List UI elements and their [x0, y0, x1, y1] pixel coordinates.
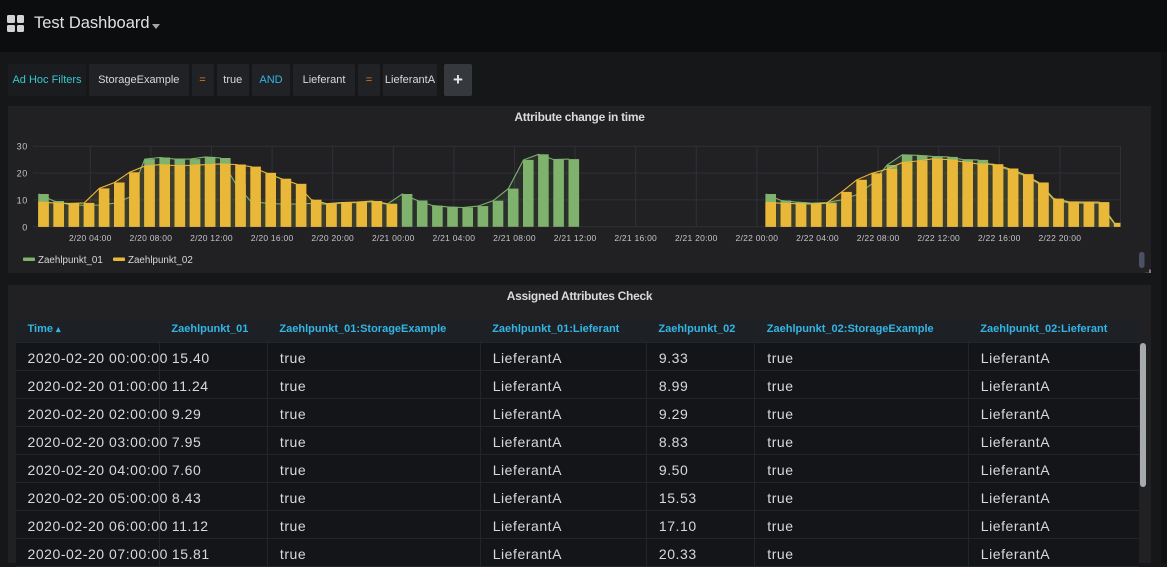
svg-text:2/21 12:00: 2/21 12:00: [554, 233, 597, 243]
svg-text:Zaehlpunkt_02: Zaehlpunkt_02: [128, 255, 193, 266]
svg-text:2/20 20:00: 2/20 20:00: [311, 233, 354, 243]
svg-text:10: 10: [17, 195, 28, 205]
svg-text:2/20 04:00: 2/20 04:00: [69, 233, 112, 243]
svg-text:0: 0: [22, 222, 28, 232]
svg-text:2/21 20:00: 2/21 20:00: [675, 233, 718, 243]
svg-text:30: 30: [17, 142, 28, 152]
svg-text:2/22 00:00: 2/22 00:00: [736, 233, 779, 243]
svg-text:2/20 12:00: 2/20 12:00: [190, 233, 233, 243]
svg-text:2/21 16:00: 2/21 16:00: [614, 233, 657, 243]
svg-text:2/22 12:00: 2/22 12:00: [917, 233, 960, 243]
svg-text:2/22 20:00: 2/22 20:00: [1039, 233, 1082, 243]
svg-text:2/21 00:00: 2/21 00:00: [372, 233, 415, 243]
svg-text:2/20 16:00: 2/20 16:00: [251, 233, 294, 243]
svg-text:Zaehlpunkt_01: Zaehlpunkt_01: [38, 255, 103, 266]
svg-text:2/21 08:00: 2/21 08:00: [493, 233, 536, 243]
svg-text:2/22 08:00: 2/22 08:00: [857, 233, 900, 243]
svg-text:2/22 04:00: 2/22 04:00: [796, 233, 839, 243]
svg-text:2/22 16:00: 2/22 16:00: [978, 233, 1021, 243]
svg-text:2/21 04:00: 2/21 04:00: [433, 233, 476, 243]
svg-text:2/20 08:00: 2/20 08:00: [130, 233, 173, 243]
svg-text:20: 20: [17, 169, 28, 179]
